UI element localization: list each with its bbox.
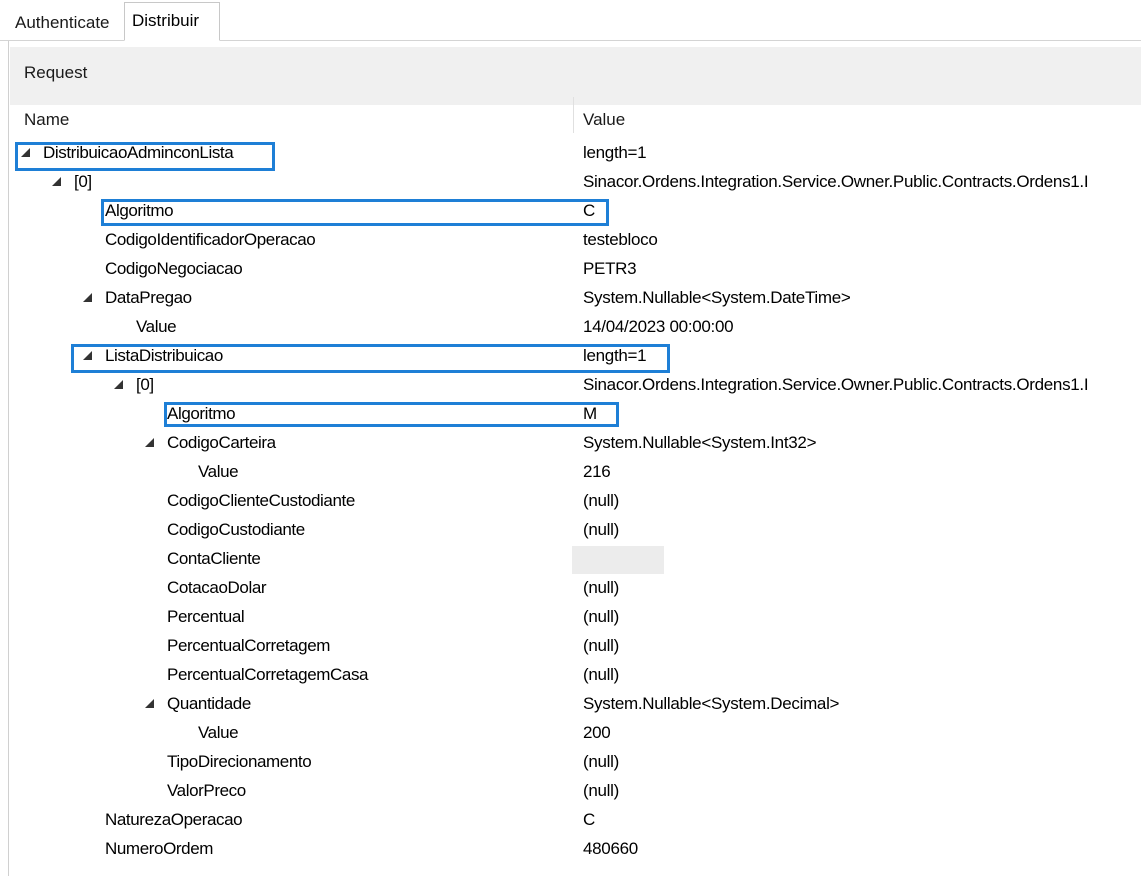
grid-row[interactable]: ListaDistribuicao length=1 [10, 342, 1141, 371]
grid-row[interactable]: [0] Sinacor.Ordens.Integration.Service.Ow… [10, 371, 1141, 400]
grid-row[interactable]: DistribuicaoAdminconLista length=1 [10, 139, 1141, 168]
property-value[interactable]: length=1 [583, 143, 1141, 163]
property-value[interactable]: 14/04/2023 00:00:00 [583, 317, 1141, 337]
group-title: Request [24, 63, 88, 82]
grid-row[interactable]: Percentual (null) [10, 603, 1141, 632]
property-value[interactable]: PETR3 [583, 259, 1141, 279]
column-header-value[interactable]: Value [583, 110, 625, 130]
panel-border [8, 41, 9, 876]
property-value[interactable]: 2554005 [583, 549, 1141, 569]
grid-row[interactable]: CodigoClienteCustodiante (null) [10, 487, 1141, 516]
tab-authenticate[interactable]: Authenticate [8, 6, 126, 40]
grid-row[interactable]: PercentualCorretagemCasa (null) [10, 661, 1141, 690]
grid-row[interactable]: PercentualCorretagem (null) [10, 632, 1141, 661]
property-name: Value [136, 317, 177, 336]
property-value[interactable]: 200 [583, 723, 1141, 743]
property-name: NumeroOrdem [105, 839, 214, 858]
property-value[interactable]: (null) [583, 607, 1141, 627]
property-name: TipoDirecionamento [167, 752, 312, 771]
property-name: PercentualCorretagem [167, 636, 331, 655]
grid-row[interactable]: Value 216 [10, 458, 1141, 487]
property-value[interactable]: (null) [583, 781, 1141, 801]
expander-icon[interactable] [145, 699, 154, 708]
tab-distribuir[interactable]: Distribuir [124, 2, 220, 41]
property-name: CodigoNegociacao [105, 259, 243, 278]
property-name: DataPregao [105, 288, 192, 307]
grid-row[interactable]: Value 14/04/2023 00:00:00 [10, 313, 1141, 342]
property-name: DistribuicaoAdminconLista [43, 143, 234, 162]
expander-icon[interactable] [83, 351, 92, 360]
property-name: [0] [74, 172, 92, 191]
grid-row[interactable]: DataPregao System.Nullable<System.DateTim… [10, 284, 1141, 313]
property-name: CodigoCarteira [167, 433, 276, 452]
property-name: Value [198, 723, 239, 742]
property-name: Algoritmo [167, 404, 236, 423]
grid-row[interactable]: CotacaoDolar (null) [10, 574, 1141, 603]
property-value[interactable]: (null) [583, 636, 1141, 656]
grid-row[interactable]: Algoritmo M [10, 400, 1141, 429]
property-name: ValorPreco [167, 781, 246, 800]
property-value[interactable]: testebloco [583, 230, 1141, 250]
property-value[interactable]: (null) [583, 665, 1141, 685]
property-value[interactable]: Sinacor.Ordens.Integration.Service.Owner… [583, 375, 1141, 395]
property-value[interactable]: 480660 [583, 839, 1141, 859]
property-name: PercentualCorretagemCasa [167, 665, 369, 684]
grid-row[interactable]: [0] Sinacor.Ordens.Integration.Service.Ow… [10, 168, 1141, 197]
property-value[interactable]: (null) [583, 491, 1141, 511]
grid-row[interactable]: CodigoNegociacao PETR3 [10, 255, 1141, 284]
property-name: ListaDistribuicao [105, 346, 223, 365]
grid-row[interactable]: CodigoCarteira System.Nullable<System.Int… [10, 429, 1141, 458]
property-value[interactable]: System.Nullable<System.Decimal> [583, 694, 1141, 714]
property-name: [0] [136, 375, 154, 394]
grid-row[interactable]: Quantidade System.Nullable<System.Decimal… [10, 690, 1141, 719]
property-name: Quantidade [167, 694, 251, 713]
property-value[interactable]: System.Nullable<System.DateTime> [583, 288, 1141, 308]
grid-row[interactable]: ValorPreco (null) [10, 777, 1141, 806]
request-group: Request [10, 47, 1141, 109]
tab-bar: Authenticate Distribuir [0, 0, 1141, 41]
property-value[interactable]: (null) [583, 752, 1141, 772]
property-name: NaturezaOperacao [105, 810, 243, 829]
grid-header: Name Value [10, 105, 1141, 135]
property-value[interactable]: C [583, 201, 1141, 221]
column-header-name[interactable]: Name [24, 110, 69, 130]
property-name: CodigoClienteCustodiante [167, 491, 355, 510]
column-splitter[interactable] [573, 97, 574, 133]
property-name: CodigoIdentificadorOperacao [105, 230, 316, 249]
property-value[interactable]: (null) [583, 520, 1141, 540]
grid-row[interactable]: NumeroOrdem 480660 [10, 835, 1141, 864]
property-name: ContaCliente [167, 549, 261, 568]
property-value[interactable]: System.Nullable<System.Int32> [583, 433, 1141, 453]
expander-icon[interactable] [21, 148, 30, 157]
grid-row[interactable]: CodigoIdentificadorOperacao testebloco [10, 226, 1141, 255]
property-value[interactable]: C [583, 810, 1141, 830]
property-value[interactable]: Sinacor.Ordens.Integration.Service.Owner… [583, 172, 1141, 192]
property-name: Value [198, 462, 239, 481]
property-name: Percentual [167, 607, 245, 626]
expander-icon[interactable] [145, 438, 154, 447]
property-name: Algoritmo [105, 201, 174, 220]
grid-row[interactable]: TipoDirecionamento (null) [10, 748, 1141, 777]
property-name: CotacaoDolar [167, 578, 267, 597]
grid-row[interactable]: Algoritmo C [10, 197, 1141, 226]
property-value[interactable]: M [583, 404, 1141, 424]
property-value[interactable]: length=1 [583, 346, 1141, 366]
property-name: CodigoCustodiante [167, 520, 305, 539]
grid-row[interactable]: NaturezaOperacao C [10, 806, 1141, 835]
property-value[interactable]: 216 [583, 462, 1141, 482]
expander-icon[interactable] [83, 293, 92, 302]
selected-value-cell [572, 546, 664, 574]
grid-row[interactable]: CodigoCustodiante (null) [10, 516, 1141, 545]
grid-row[interactable]: Value 200 [10, 719, 1141, 748]
expander-icon[interactable] [52, 177, 61, 186]
property-value[interactable]: (null) [583, 578, 1141, 598]
expander-icon[interactable] [114, 380, 123, 389]
